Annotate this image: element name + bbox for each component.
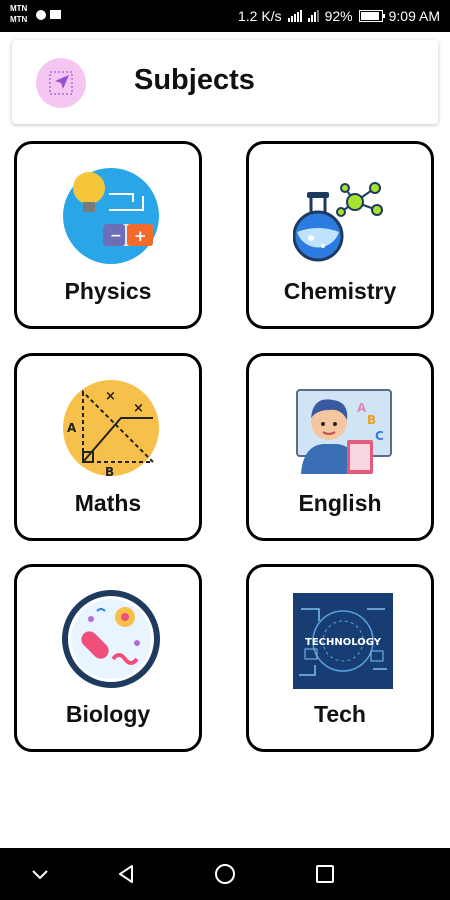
subject-label: Maths: [74, 490, 142, 516]
recents-square-icon[interactable]: [313, 862, 337, 886]
back-triangle-icon[interactable]: [114, 862, 138, 886]
chevron-down-icon[interactable]: [28, 862, 52, 886]
svg-text:+: +: [134, 227, 147, 245]
subject-card-tech[interactable]: TECHNOLOGY Tech: [246, 564, 434, 752]
subject-card-maths[interactable]: × × A B Maths: [14, 353, 202, 541]
subject-label: Physics: [64, 278, 152, 304]
subject-label: Chemistry: [283, 278, 397, 304]
biology-petri-dish-icon: [62, 590, 160, 688]
app-bar: Subjects: [12, 40, 438, 124]
subject-label: Tech: [314, 701, 366, 727]
page-title: Subjects: [134, 64, 255, 96]
clock: 9:09 AM: [388, 8, 440, 24]
subject-card-english[interactable]: A B C English: [246, 353, 434, 541]
svg-text:−: −: [110, 228, 122, 244]
network-speed: 1.2 K/s: [238, 8, 282, 24]
subject-card-chemistry[interactable]: Chemistry: [246, 141, 434, 329]
svg-text:×: ×: [133, 401, 144, 416]
notification-icons: [36, 10, 61, 20]
chemistry-flask-molecule-icon: [293, 182, 383, 262]
subject-card-physics[interactable]: − + Physics: [14, 141, 202, 329]
carrier-2: MTN: [10, 15, 28, 24]
subject-label: Biology: [65, 701, 151, 727]
battery-percent: 92%: [324, 8, 353, 24]
send-arrow-icon[interactable]: [36, 58, 86, 108]
svg-text:B: B: [367, 413, 376, 427]
subject-label: English: [298, 490, 382, 516]
subject-card-biology[interactable]: Biology: [14, 564, 202, 752]
carrier-labels: MTN MTN: [10, 3, 27, 25]
carrier-1: MTN: [10, 4, 28, 13]
tech-icon-text: TECHNOLOGY: [305, 637, 382, 648]
svg-text:B: B: [105, 465, 114, 478]
maths-geometry-icon: × × A B: [63, 380, 159, 478]
signal-icon: [287, 10, 302, 22]
home-circle-icon[interactable]: [213, 862, 237, 886]
message-icon: [50, 10, 61, 19]
system-nav-bar: [0, 848, 450, 900]
status-bar: MTN MTN 1.2 K/s 92% 9:09 AM: [0, 0, 450, 32]
technology-circuit-icon: TECHNOLOGY: [293, 593, 393, 689]
physics-bulb-battery-icon: − +: [63, 168, 159, 264]
svg-text:C: C: [375, 429, 384, 443]
signal-2-icon: [307, 10, 319, 22]
svg-text:A: A: [67, 421, 77, 435]
status-right: 1.2 K/s 92% 9:09 AM: [238, 8, 440, 24]
svg-text:×: ×: [105, 389, 116, 404]
svg-text:A: A: [357, 401, 367, 415]
battery-icon: [358, 10, 385, 22]
whatsapp-icon: [36, 10, 46, 20]
english-student-board-icon: A B C: [296, 389, 392, 474]
